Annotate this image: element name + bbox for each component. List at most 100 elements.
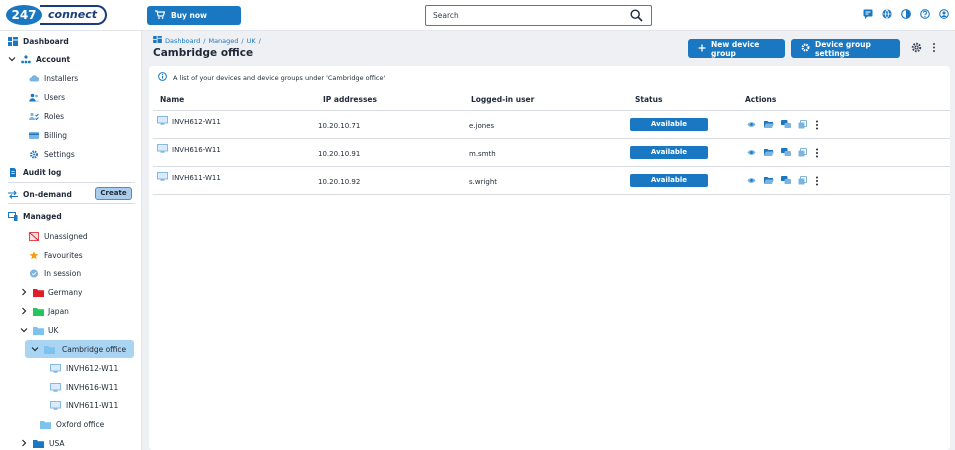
sidebar-item-in-session[interactable]: In session xyxy=(29,265,81,281)
settings-gear-icon[interactable] xyxy=(911,42,922,55)
copy-icon[interactable] xyxy=(798,176,807,185)
ip-cell: 10.20.10.71 xyxy=(318,122,361,130)
column-header-name[interactable]: Name xyxy=(160,95,184,104)
chat-icon[interactable] xyxy=(781,148,791,157)
user-cell: e.jones xyxy=(469,122,495,130)
chevron-down-icon[interactable] xyxy=(20,326,28,334)
column-header-ip[interactable]: IP addresses xyxy=(323,95,377,104)
computer-icon xyxy=(50,363,61,373)
status-badge: Available xyxy=(630,146,708,159)
copy-icon[interactable] xyxy=(798,120,807,129)
breadcrumb-link[interactable]: Dashboard xyxy=(165,37,200,45)
folder-icon xyxy=(33,439,44,448)
folder-open-icon[interactable] xyxy=(764,176,774,185)
view-icon[interactable] xyxy=(747,176,756,185)
sidebar-item-on-demand[interactable]: On-demand xyxy=(8,186,72,202)
chevron-right-icon[interactable] xyxy=(20,307,28,315)
sidebar-item-device[interactable]: INVH611-W11 xyxy=(50,397,118,413)
device-group-settings-button[interactable]: Device group settings xyxy=(791,39,900,58)
device-name-cell[interactable]: INVH612-W11 xyxy=(157,116,221,127)
copy-icon[interactable] xyxy=(798,148,807,157)
sidebar-item-settings[interactable]: Settings xyxy=(29,146,75,162)
new-device-group-label: New device group xyxy=(711,39,760,58)
chat-icon[interactable] xyxy=(781,176,791,185)
plus-icon xyxy=(698,44,706,54)
sidebar-item-device[interactable]: INVH616-W11 xyxy=(50,379,118,395)
computer-icon xyxy=(50,382,61,392)
folder-open-icon[interactable] xyxy=(764,148,774,157)
more-options-icon[interactable] xyxy=(932,42,936,55)
sidebar-item-favourites[interactable]: Favourites xyxy=(29,247,83,263)
more-options-icon[interactable] xyxy=(815,176,824,186)
gear-icon xyxy=(801,43,810,54)
dashboard-icon xyxy=(153,36,162,45)
more-options-icon[interactable] xyxy=(815,148,824,158)
sidebar-item-germany[interactable]: Germany xyxy=(20,284,82,300)
sidebar-item-roles[interactable]: Roles xyxy=(29,108,64,124)
sidebar-item-oxford-office[interactable]: Oxford office xyxy=(40,416,104,432)
roles-icon xyxy=(29,112,39,121)
account-icon[interactable] xyxy=(939,9,949,19)
search-icon[interactable] xyxy=(630,9,643,24)
globe-icon[interactable] xyxy=(882,9,892,19)
folder-icon xyxy=(33,288,44,297)
sidebar-item-label: Managed xyxy=(23,211,62,221)
device-list-panel: A list of your devices and device groups… xyxy=(149,66,950,450)
brand-logo[interactable]: 247 connect xyxy=(6,5,114,25)
create-button[interactable]: Create xyxy=(95,187,132,200)
chat-icon[interactable] xyxy=(781,120,791,129)
header-divider xyxy=(153,110,950,111)
ip-cell: 10.20.10.92 xyxy=(318,178,361,186)
sidebar-item-installers[interactable]: Installers xyxy=(29,70,78,86)
chat-icon[interactable] xyxy=(863,9,873,19)
chevron-down-icon[interactable] xyxy=(8,55,16,63)
status-badge: Available xyxy=(630,174,708,187)
info-icon xyxy=(158,72,167,83)
sidebar-item-japan[interactable]: Japan xyxy=(20,303,69,319)
row-divider xyxy=(153,166,950,167)
sidebar-item-label: Dashboard xyxy=(23,36,69,46)
sidebar-item-dashboard[interactable]: Dashboard xyxy=(8,33,69,49)
sidebar-item-label: Oxford office xyxy=(56,419,105,429)
chevron-right-icon[interactable] xyxy=(20,439,28,447)
column-header-status[interactable]: Status xyxy=(635,95,662,104)
breadcrumb-separator: / xyxy=(241,36,244,45)
breadcrumb-separator: / xyxy=(203,36,206,45)
arrows-icon xyxy=(8,190,18,199)
column-header-user[interactable]: Logged-in user xyxy=(471,95,534,104)
sidebar-item-billing[interactable]: Billing xyxy=(29,127,67,143)
breadcrumb-link[interactable]: Managed xyxy=(208,37,238,45)
folder-open-icon[interactable] xyxy=(764,120,774,129)
sidebar-item-account[interactable]: Account xyxy=(8,51,70,67)
sidebar-item-label: In session xyxy=(44,268,82,278)
sidebar-item-label: Cambridge office xyxy=(62,344,127,354)
help-icon[interactable] xyxy=(920,9,930,19)
breadcrumb-link[interactable]: UK xyxy=(247,37,256,45)
user-cell: s.wright xyxy=(469,178,498,186)
sidebar-item-label: Users xyxy=(44,92,66,102)
sidebar-item-cambridge-office[interactable]: Cambridge office xyxy=(31,341,126,357)
top-bar: 247 connect Buy now Search xyxy=(0,0,955,31)
more-options-icon[interactable] xyxy=(815,120,824,130)
sidebar-item-audit-log[interactable]: Audit log xyxy=(8,164,61,180)
view-icon[interactable] xyxy=(747,120,756,129)
chevron-down-icon[interactable] xyxy=(31,345,39,353)
sidebar-item-device[interactable]: INVH612-W11 xyxy=(50,360,118,376)
sidebar-item-label: Roles xyxy=(44,111,65,121)
sidebar-item-unassigned[interactable]: Unassigned xyxy=(29,228,88,244)
sidebar-item-managed[interactable]: Managed xyxy=(8,208,62,224)
new-device-group-button[interactable]: New device group xyxy=(688,39,785,58)
sidebar-item-users[interactable]: Users xyxy=(29,89,65,105)
sidebar-item-label: Favourites xyxy=(44,250,83,260)
sidebar-item-label: Account xyxy=(36,54,71,64)
device-name-cell[interactable]: INVH611-W11 xyxy=(157,172,221,183)
sidebar-item-uk[interactable]: UK xyxy=(20,322,58,338)
contrast-icon[interactable] xyxy=(901,9,911,19)
sidebar-item-usa[interactable]: USA xyxy=(20,435,65,450)
chevron-right-icon[interactable] xyxy=(20,288,28,296)
device-name-cell[interactable]: INVH616-W11 xyxy=(157,144,221,155)
view-icon[interactable] xyxy=(747,148,756,157)
computer-icon xyxy=(50,400,61,410)
search-input[interactable]: Search xyxy=(425,5,652,26)
buy-now-button[interactable]: Buy now xyxy=(147,6,241,25)
